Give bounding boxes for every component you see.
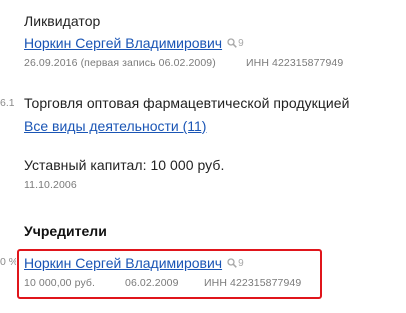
capital-label: Уставный капитал: 10 000 руб. [24,157,225,173]
founder-date: 06.02.2009 [125,277,179,289]
founder-row: Норкин Сергей Владимирович 9 [24,255,244,271]
liquidator-date: 26.09.2016 (первая запись 06.02.2009) [24,57,216,69]
main-activity: Торговля оптовая фармацевтической продук… [24,95,350,111]
liquidator-person: Норкин Сергей Владимирович 9 [24,35,244,51]
founder-search-hint[interactable]: 9 [227,258,244,269]
liquidator-inn: ИНН 422315877949 [246,57,344,69]
liquidator-role-label: Ликвидатор [24,13,101,29]
founder-amount: 10 000,00 руб. [24,277,96,289]
founder-name-link[interactable]: Норкин Сергей Владимирович [24,255,222,271]
all-activities-link[interactable]: Все виды деятельности (11) [24,118,206,134]
founder-inn: ИНН 422315877949 [204,277,302,289]
founders-title: Учредители [24,223,107,239]
magnifier-icon [227,258,237,268]
magnifier-icon [227,38,237,48]
company-card: Ликвидатор Норкин Сергей Владимирович 9 … [0,0,406,313]
liquidator-name-link[interactable]: Норкин Сергей Владимирович [24,35,222,51]
liquidator-search-hint[interactable]: 9 [227,38,244,49]
founder-share-cut: 0 % [0,256,16,268]
capital-date: 11.10.2006 [24,179,77,191]
activity-code-cut: 6.1 [0,97,14,109]
founder-search-count: 9 [238,257,244,269]
liquidator-search-count: 9 [238,37,244,49]
